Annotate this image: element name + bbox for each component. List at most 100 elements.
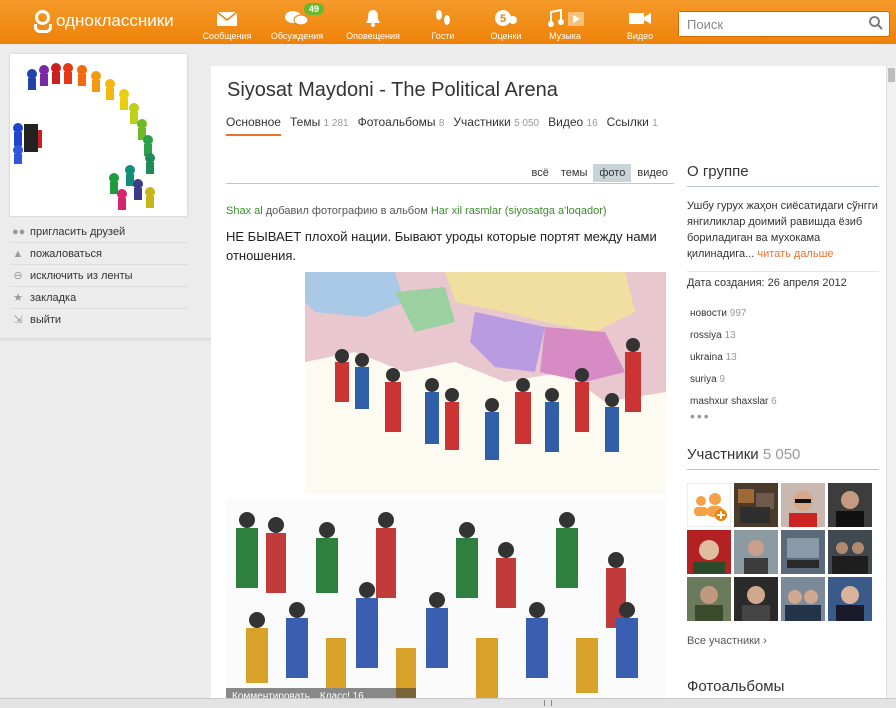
nav-video[interactable]: Видео (605, 0, 675, 44)
group-tabs: Основное Темы 1 281 Фотоальбомы 8 Участн… (226, 115, 658, 136)
post-photo[interactable] (305, 272, 666, 494)
invite-friends-link[interactable]: ●● пригласить друзей (10, 221, 188, 243)
search-icon[interactable] (869, 16, 883, 30)
post-album-link[interactable]: Har xil rasmlar (siyosatga a'loqador) (431, 205, 607, 217)
tab-count: 8 (438, 118, 445, 129)
exclude-from-feed-link[interactable]: ⊖ исключить из ленты (10, 265, 188, 287)
logo-text: одноклассники (56, 11, 174, 30)
all-members-link[interactable]: Все участники › (687, 635, 767, 647)
tag-name: suriya (690, 374, 717, 385)
nav-discussions[interactable]: Обсуждения 49 (262, 0, 332, 44)
page-title: Siyosat Maydoni - The Political Arena (227, 79, 558, 101)
tab-video[interactable]: Видео 16 (548, 115, 598, 136)
search-box (678, 11, 890, 37)
tag-item[interactable]: ukraina 13 (690, 347, 777, 369)
members-heading-label: Участники (687, 446, 759, 463)
no-entry-icon: ⊖ (13, 269, 23, 282)
tag-count: 13 (725, 352, 737, 363)
rating-5-icon: 5 (495, 10, 517, 26)
tag-count: 997 (729, 308, 747, 319)
leave-group-link[interactable]: ⇲ выйти (10, 309, 188, 331)
member-avatar[interactable] (781, 577, 825, 621)
nav-label: Гости (431, 31, 455, 41)
more-tags-button[interactable]: ••• (690, 408, 711, 424)
tab-members[interactable]: Участники 5 050 (453, 115, 539, 136)
tag-name: ukraina (690, 352, 723, 363)
member-avatar[interactable] (734, 530, 778, 574)
member-avatar[interactable] (734, 577, 778, 621)
tab-photo-albums[interactable]: Фотоальбомы 8 (358, 115, 445, 136)
nav-messages[interactable]: Сообщения (192, 0, 262, 44)
scrollbar-thumb[interactable] (888, 68, 895, 82)
member-avatar[interactable] (781, 530, 825, 574)
member-avatar[interactable] (781, 483, 825, 527)
warning-icon: ▲ (12, 247, 24, 260)
footprints-icon (436, 10, 450, 25)
envelope-icon (216, 11, 238, 26)
group-avatar[interactable] (10, 54, 187, 216)
creation-date: Дата создания: 26 апреля 2012 (687, 271, 879, 289)
people-icon: ●● (12, 225, 26, 238)
feed-filter-bar: всё темы фото видео (226, 164, 674, 184)
menu-label: исключить из ленты (30, 269, 133, 282)
member-avatar[interactable] (687, 577, 731, 621)
tab-count: 5 050 (514, 118, 540, 129)
tag-list: новости 997 rossiya 13 ukraina 13 suriya… (690, 303, 777, 413)
tag-count: 9 (719, 374, 726, 385)
members-heading[interactable]: Участники 5 050 (687, 446, 879, 470)
odnoklassniki-logo[interactable]: одноклассники (32, 9, 174, 33)
nav-music[interactable]: Музыка (530, 0, 600, 44)
tab-label: Темы (289, 115, 321, 129)
filter-topics[interactable]: темы (555, 164, 594, 182)
about-description: Ушбу гурух жаҳон сиёсатидаги сўнгги янги… (687, 198, 879, 262)
group-avatar-image (10, 54, 187, 216)
tag-name: rossiya (690, 330, 722, 341)
post-photo-lower[interactable] (226, 498, 666, 708)
vertical-scrollbar[interactable] (886, 66, 896, 698)
filter-photo[interactable]: фото (593, 164, 632, 182)
tab-label: Фотоальбомы (357, 115, 436, 129)
post-action-text: добавил фотографию в альбом (265, 205, 428, 217)
post-text: НЕ БЫВАЕТ плохой нации. Бывают уроды кот… (226, 229, 657, 263)
nav-guests[interactable]: Гости (408, 0, 478, 44)
member-avatar[interactable] (828, 483, 872, 527)
read-more-link[interactable]: читать дальше (757, 248, 833, 260)
members-count: 5 050 (762, 446, 801, 463)
exit-walk-icon: ⇲ (13, 314, 23, 326)
tag-count: 13 (724, 330, 736, 341)
tag-item[interactable]: rossiya 13 (690, 325, 777, 347)
tab-label: Видео (548, 115, 584, 129)
tag-name: mashxur shaxslar (690, 396, 769, 407)
nav-notifications[interactable]: Оповещения (338, 0, 408, 44)
window-status-bar (0, 698, 896, 708)
ok-logo-icon (32, 9, 52, 33)
member-avatar[interactable] (828, 530, 872, 574)
bookmark-link[interactable]: ★ закладка (10, 287, 188, 309)
tag-item[interactable]: suriya 9 (690, 369, 777, 391)
filter-all[interactable]: всё (526, 164, 555, 182)
add-members-icon[interactable] (687, 483, 731, 527)
left-column-divider (0, 338, 211, 342)
bell-icon (366, 10, 380, 27)
discussions-count-badge: 49 (304, 3, 325, 15)
member-avatar[interactable] (828, 577, 872, 621)
menu-label: пожаловаться (30, 247, 102, 260)
report-link[interactable]: ▲ пожаловаться (10, 243, 188, 265)
tab-main[interactable]: Основное (226, 115, 281, 136)
tab-links[interactable]: Ссылки 1 (607, 115, 658, 136)
member-avatar[interactable] (734, 483, 778, 527)
tag-item[interactable]: новости 997 (690, 303, 777, 325)
menu-label: закладка (30, 291, 77, 304)
post-author-link[interactable]: Shax al (226, 205, 263, 217)
photo-albums-heading: Фотоальбомы (687, 678, 785, 695)
nav-label: Оповещения (346, 31, 400, 41)
group-main-panel: Siyosat Maydoni - The Political Arena Ос… (211, 66, 891, 708)
member-avatar[interactable] (687, 530, 731, 574)
nav-label: Видео (626, 31, 654, 41)
resize-grip-icon[interactable] (544, 700, 552, 706)
post-header: Shax al добавил фотографию в альбом Har … (226, 205, 607, 217)
search-input[interactable] (679, 12, 859, 36)
tag-count: 6 (771, 396, 777, 407)
tab-topics[interactable]: Темы 1 281 (290, 115, 349, 136)
filter-video[interactable]: видео (631, 164, 674, 182)
